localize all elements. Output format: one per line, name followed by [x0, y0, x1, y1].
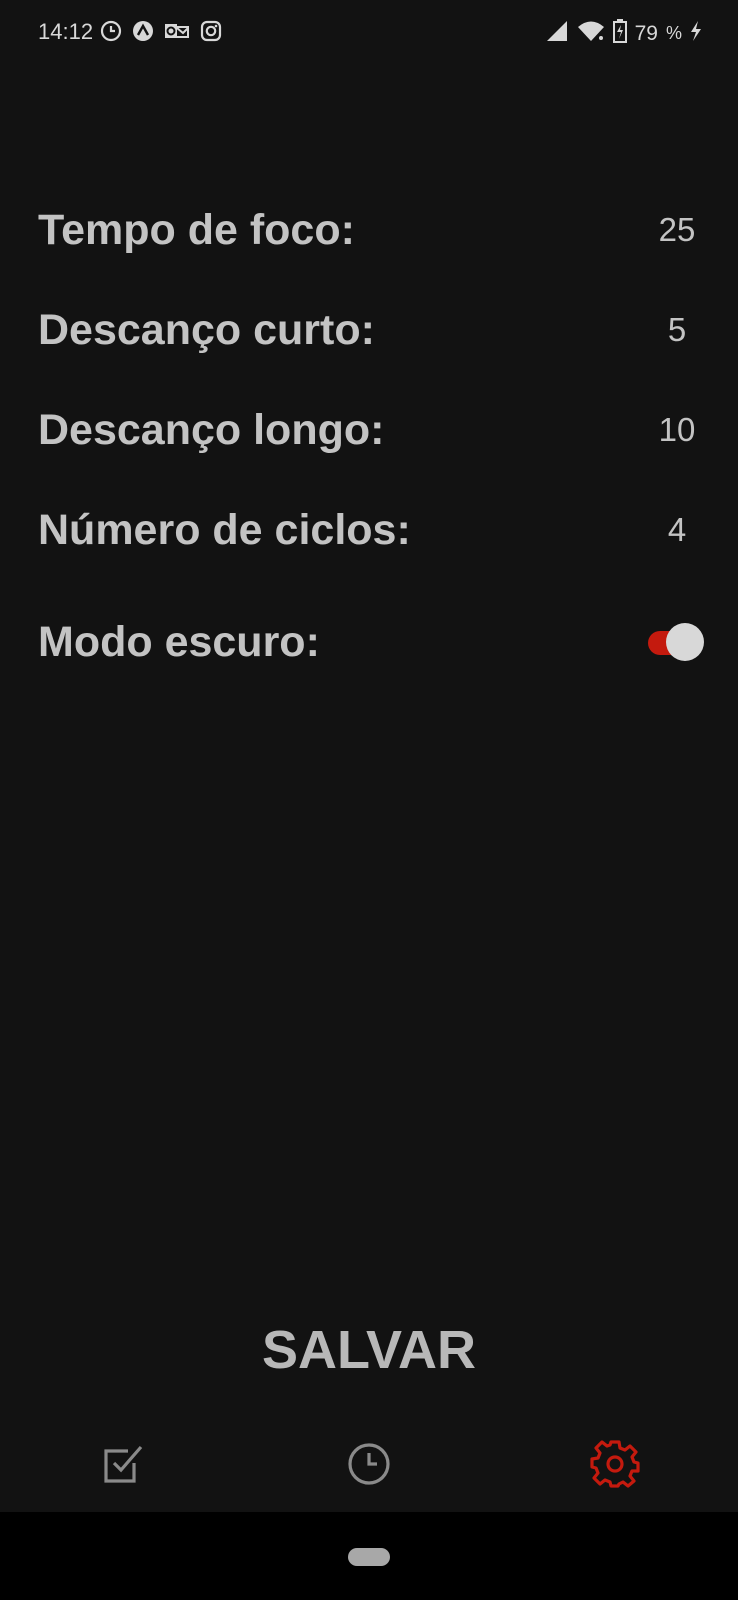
setting-row-dark-mode: Modo escuro:: [38, 592, 704, 692]
tab-tasks[interactable]: [0, 1420, 246, 1512]
tab-timer[interactable]: [246, 1420, 492, 1512]
bottom-tab-bar: [0, 1420, 738, 1512]
alarm-icon: [100, 20, 122, 47]
focus-time-input[interactable]: 25: [642, 211, 712, 249]
toggle-thumb: [666, 623, 704, 661]
charging-icon: [690, 21, 702, 46]
dark-mode-toggle[interactable]: [646, 622, 708, 662]
short-break-label: Descanço curto:: [38, 305, 375, 354]
settings-screen: 14:12 79 % Tempo de foco: 25 Descanço cu…: [0, 0, 738, 1600]
dark-mode-label: Modo escuro:: [38, 617, 320, 666]
setting-row-cycles: Número de ciclos: 4: [38, 480, 702, 580]
tab-settings[interactable]: [492, 1420, 738, 1512]
notification-icons: [100, 20, 222, 47]
wifi-icon: [577, 19, 605, 48]
status-time: 14:12: [38, 19, 94, 44]
setting-row-short-break: Descanço curto: 5: [38, 280, 702, 380]
cycles-input[interactable]: 4: [642, 511, 712, 549]
instagram-icon: [200, 20, 222, 47]
clock-icon: [346, 1441, 392, 1492]
battery-icon: [612, 19, 627, 48]
battery-percent-sign: %: [665, 23, 682, 43]
status-bar: 14:12 79 %: [0, 0, 738, 66]
checkbox-icon: [100, 1441, 146, 1492]
gear-icon: [590, 1439, 640, 1494]
long-break-label: Descanço longo:: [38, 405, 385, 454]
save-button[interactable]: SALVAR: [0, 1310, 738, 1390]
short-break-input[interactable]: 5: [642, 311, 712, 349]
system-navigation-bar: [0, 1512, 738, 1600]
expo-icon: [132, 20, 154, 47]
system-icons: 79 %: [545, 19, 702, 48]
home-handle[interactable]: [348, 1548, 390, 1566]
focus-time-label: Tempo de foco:: [38, 205, 355, 254]
battery-level: 79: [634, 21, 658, 45]
settings-list: Tempo de foco: 25 Descanço curto: 5 Desc…: [38, 180, 704, 692]
long-break-input[interactable]: 10: [642, 411, 712, 449]
signal-icon: [545, 19, 569, 48]
outlook-icon: [164, 20, 190, 47]
cycles-label: Número de ciclos:: [38, 505, 411, 554]
setting-row-long-break: Descanço longo: 10: [38, 380, 702, 480]
setting-row-focus-time: Tempo de foco: 25: [38, 180, 702, 280]
